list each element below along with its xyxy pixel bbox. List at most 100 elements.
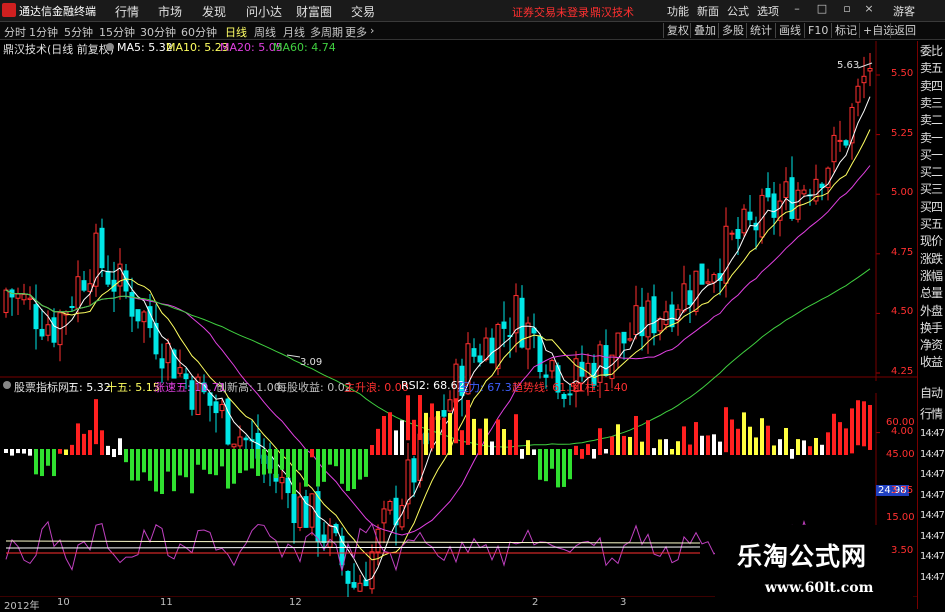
candle-up	[219, 404, 225, 412]
period-30min[interactable]: 30分钟	[140, 24, 176, 40]
menu-gongshi[interactable]: 公式	[727, 3, 749, 19]
quote-field-label[interactable]: 买二	[920, 166, 943, 178]
restore-icon[interactable]: □	[815, 2, 829, 16]
menu-faxian[interactable]: 发现	[202, 3, 226, 20]
quote-field-label[interactable]: 总量	[920, 287, 943, 299]
btn-tongji[interactable]: 统计	[746, 23, 775, 38]
menu-xuanxiang[interactable]: 选项	[757, 3, 779, 19]
indicator-bar	[154, 449, 158, 492]
candle-down	[471, 348, 477, 357]
indicator-bar	[772, 445, 776, 455]
quote-field-label[interactable]: 换手	[920, 322, 943, 334]
quote-field-label[interactable]: 卖四	[920, 80, 943, 92]
menu-shichang[interactable]: 市场	[158, 3, 182, 20]
period-fenshi[interactable]: 分时	[4, 24, 26, 40]
indicator-settings-icon[interactable]	[3, 381, 11, 389]
indicator-bar	[574, 445, 578, 455]
quote-field-label[interactable]: 卖三	[920, 97, 943, 109]
ind-wu: 五: 5.32	[68, 381, 111, 394]
candle-up	[3, 289, 9, 314]
candle-down	[39, 328, 45, 337]
more-arrow-icon[interactable]: ›	[370, 24, 374, 37]
ind-shiwu: 十五: 5.15	[106, 381, 160, 394]
period-more[interactable]: 更多	[345, 24, 367, 40]
quote-field-label[interactable]: 外盘	[920, 305, 943, 317]
candle-up	[693, 270, 699, 312]
date-axis-label: 2012年	[4, 601, 40, 612]
indicator-bar	[568, 449, 572, 480]
menu-xinmian[interactable]: 新面	[697, 3, 719, 19]
quote-field-label[interactable]: 卖一	[920, 132, 943, 144]
quote-field-label[interactable]: 买五	[920, 218, 943, 230]
btn-fanhui[interactable]: 返回	[890, 23, 919, 38]
indicator-bar	[376, 428, 380, 455]
ind-meigu: 每股收益: 0.02	[276, 381, 352, 394]
btn-biaoji[interactable]: 标记	[831, 23, 860, 38]
candle-down	[489, 337, 495, 364]
indicator-axis-label: 60.00	[886, 417, 915, 428]
candle-down	[621, 331, 627, 344]
indicator-bar	[10, 449, 14, 456]
indicator-bar	[160, 449, 164, 494]
period-60min[interactable]: 60分钟	[181, 24, 217, 40]
indicator-bar	[610, 436, 614, 455]
tick-panel-tab[interactable]: 自动	[920, 387, 943, 399]
indicator-bar	[784, 427, 788, 455]
candle-down	[651, 296, 657, 334]
quote-field-label[interactable]: 涨跌	[920, 253, 943, 265]
candle-up	[141, 311, 147, 323]
user-guest[interactable]: 游客	[893, 3, 915, 19]
indicator-bar	[412, 419, 416, 455]
quote-field-label[interactable]: 净资	[920, 339, 943, 351]
candle-up	[663, 311, 669, 325]
tick-panel-tab[interactable]: 行情	[920, 408, 943, 420]
quote-field-label[interactable]: 买四	[920, 201, 943, 213]
candle-up	[417, 433, 423, 481]
candle-up	[867, 68, 873, 72]
period-5min[interactable]: 5分钟	[64, 24, 93, 40]
period-monthly[interactable]: 月线	[283, 24, 305, 40]
indicator-bar	[454, 398, 458, 444]
close-icon[interactable]: ×	[862, 2, 876, 16]
candle-up	[681, 283, 687, 312]
period-15min[interactable]: 15分钟	[99, 24, 135, 40]
candle-up	[723, 225, 729, 284]
quote-field-label[interactable]: 收益	[920, 356, 943, 368]
quote-field-label[interactable]: 卖二	[920, 114, 943, 126]
watermark-title: 乐淘公式网	[737, 542, 868, 571]
minimize-icon[interactable]: –	[790, 2, 804, 16]
btn-fuquan[interactable]: 复权	[663, 23, 692, 38]
period-1min[interactable]: 1分钟	[29, 24, 58, 40]
ma5-line	[5, 96, 871, 582]
menu-wenxiaoda[interactable]: 问小达	[246, 3, 282, 20]
indicator-bar	[148, 449, 152, 481]
quote-field-label[interactable]: 卖五	[920, 62, 943, 74]
btn-f10[interactable]: F10	[804, 23, 831, 38]
maximize-icon[interactable]: ▫	[840, 2, 854, 16]
candle-down	[321, 534, 327, 544]
indicator-bar	[166, 449, 170, 472]
candle-up	[705, 281, 711, 284]
trade-login-notice[interactable]: 证券交易未登录	[512, 4, 589, 20]
menu-hangqing[interactable]: 行情	[115, 3, 139, 20]
quote-field-label[interactable]: 现价	[920, 235, 943, 247]
kline-chart[interactable]	[0, 41, 917, 597]
candle-down	[105, 270, 111, 285]
btn-duogu[interactable]: 多股	[718, 23, 747, 38]
quote-field-label[interactable]: 委比	[920, 45, 943, 57]
menu-caifuquan[interactable]: 财富圈	[296, 3, 332, 20]
indicator-bar	[268, 449, 272, 474]
quote-field-label[interactable]: 涨幅	[920, 270, 943, 282]
menu-jiaoyi[interactable]: 交易	[351, 3, 375, 20]
quote-field-label[interactable]: 买三	[920, 183, 943, 195]
period-weekly[interactable]: 周线	[254, 24, 276, 40]
period-daily[interactable]: 日线	[225, 24, 247, 40]
quote-field-label[interactable]: 买一	[920, 149, 943, 161]
indicator-bar	[88, 430, 92, 455]
btn-diejia[interactable]: 叠加	[690, 23, 719, 38]
tick-time: 14:47	[920, 571, 945, 583]
menu-gongneng[interactable]: 功能	[667, 3, 689, 19]
btn-huaxian[interactable]: 画线	[775, 23, 804, 38]
ind-chuanggao: 创新高: 1.00	[216, 381, 281, 394]
period-multi[interactable]: 多周期	[310, 24, 343, 40]
